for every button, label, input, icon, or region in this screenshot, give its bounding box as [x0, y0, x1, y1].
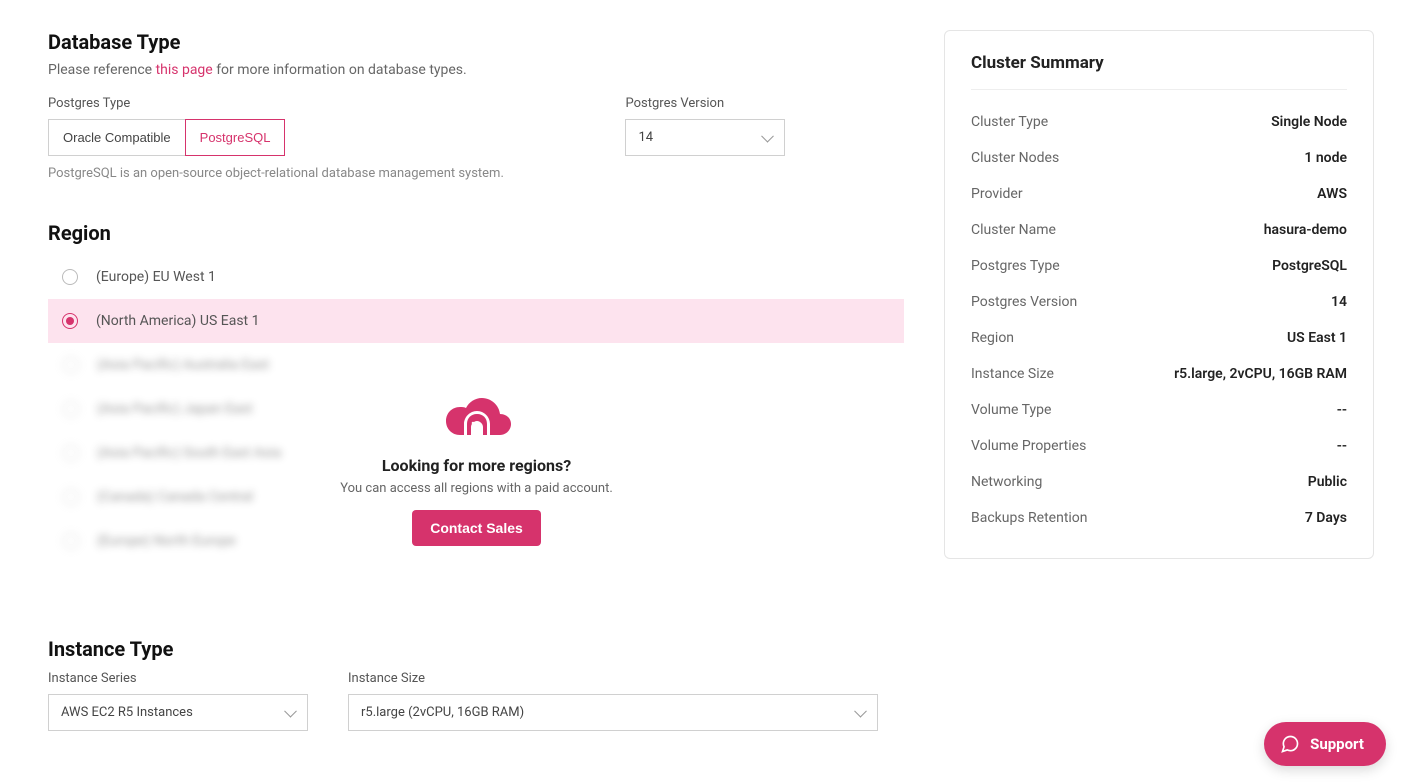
summary-value: Single Node — [1271, 114, 1347, 130]
summary-value: US East 1 — [1287, 330, 1347, 346]
region-locked-overlay: (Asia Pacific) Australia East (Asia Paci… — [48, 343, 904, 597]
summary-key: Postgres Type — [971, 258, 1060, 274]
db-intro-prefix: Please reference — [48, 62, 156, 78]
radio-icon — [62, 269, 78, 285]
summary-row: Cluster Name hasura-demo — [971, 212, 1347, 248]
database-type-title: Database Type — [48, 30, 904, 54]
instance-type-title: Instance Type — [48, 637, 904, 661]
summary-key: Region — [971, 330, 1014, 346]
elephant-cloud-icon — [436, 394, 518, 446]
chat-icon — [1280, 734, 1300, 754]
region-option-us-east-1[interactable]: (North America) US East 1 — [48, 299, 904, 343]
support-button[interactable]: Support — [1264, 722, 1386, 766]
summary-key: Volume Properties — [971, 438, 1086, 454]
summary-key: Cluster Name — [971, 222, 1056, 238]
db-info-link[interactable]: this page — [156, 62, 213, 78]
instance-size-select[interactable]: r5.large (2vCPU, 16GB RAM) — [348, 694, 878, 731]
summary-value: hasura-demo — [1264, 222, 1347, 238]
summary-value: -- — [1337, 438, 1347, 454]
summary-value: 7 Days — [1305, 510, 1347, 526]
database-type-subtitle: Please reference this page for more info… — [48, 62, 904, 78]
postgres-type-segmented: Oracle Compatible PostgreSQL — [48, 119, 285, 156]
summary-key: Postgres Version — [971, 294, 1077, 310]
summary-row: Region US East 1 — [971, 320, 1347, 356]
region-overlay-title: Looking for more regions? — [382, 456, 571, 475]
summary-row: Volume Properties -- — [971, 428, 1347, 464]
summary-key: Provider — [971, 186, 1023, 202]
summary-key: Instance Size — [971, 366, 1054, 382]
summary-value: PostgreSQL — [1272, 258, 1347, 274]
cluster-summary-title: Cluster Summary — [971, 53, 1347, 90]
region-title: Region — [48, 221, 904, 245]
summary-key: Backups Retention — [971, 510, 1088, 526]
radio-icon — [62, 313, 78, 329]
postgres-version-select[interactable]: 14 — [625, 119, 785, 156]
contact-sales-button[interactable]: Contact Sales — [412, 510, 541, 546]
region-option-eu-west-1[interactable]: (Europe) EU West 1 — [48, 255, 904, 299]
summary-value: 14 — [1331, 294, 1347, 310]
summary-row: Postgres Type PostgreSQL — [971, 248, 1347, 284]
instance-series-label: Instance Series — [48, 671, 308, 686]
summary-key: Cluster Type — [971, 114, 1048, 130]
summary-key: Networking — [971, 474, 1042, 490]
summary-row: Cluster Type Single Node — [971, 104, 1347, 140]
summary-key: Cluster Nodes — [971, 150, 1059, 166]
region-overlay-sub: You can access all regions with a paid a… — [340, 481, 613, 496]
cluster-summary-card: Cluster Summary Cluster TypeSingle NodeC… — [944, 30, 1374, 559]
region-list: (Europe) EU West 1 (North America) US Ea… — [48, 255, 904, 597]
summary-value: AWS — [1317, 186, 1347, 202]
support-label: Support — [1310, 735, 1364, 753]
instance-size-label: Instance Size — [348, 671, 878, 686]
region-label: (Europe) EU West 1 — [96, 269, 216, 285]
summary-row: Backups Retention 7 Days — [971, 500, 1347, 536]
summary-key: Volume Type — [971, 402, 1051, 418]
summary-row: Postgres Version 14 — [971, 284, 1347, 320]
summary-value: r5.large, 2vCPU, 16GB RAM — [1174, 366, 1347, 382]
summary-value: -- — [1337, 402, 1347, 418]
summary-value: 1 node — [1304, 150, 1347, 166]
summary-row: Volume Type -- — [971, 392, 1347, 428]
db-intro-suffix: for more information on database types. — [213, 62, 467, 78]
postgres-type-postgresql-button[interactable]: PostgreSQL — [185, 119, 286, 156]
summary-row: Cluster Nodes 1 node — [971, 140, 1347, 176]
postgres-type-label: Postgres Type — [48, 96, 285, 111]
postgres-version-label: Postgres Version — [625, 96, 785, 111]
summary-value: Public — [1308, 474, 1347, 490]
region-label: (North America) US East 1 — [96, 313, 259, 329]
summary-row: Provider AWS — [971, 176, 1347, 212]
instance-series-select[interactable]: AWS EC2 R5 Instances — [48, 694, 308, 731]
postgres-type-oracle-button[interactable]: Oracle Compatible — [48, 119, 185, 156]
summary-row: Instance Size r5.large, 2vCPU, 16GB RAM — [971, 356, 1347, 392]
postgres-type-hint: PostgreSQL is an open-source object-rela… — [48, 166, 904, 181]
summary-row: Networking Public — [971, 464, 1347, 500]
